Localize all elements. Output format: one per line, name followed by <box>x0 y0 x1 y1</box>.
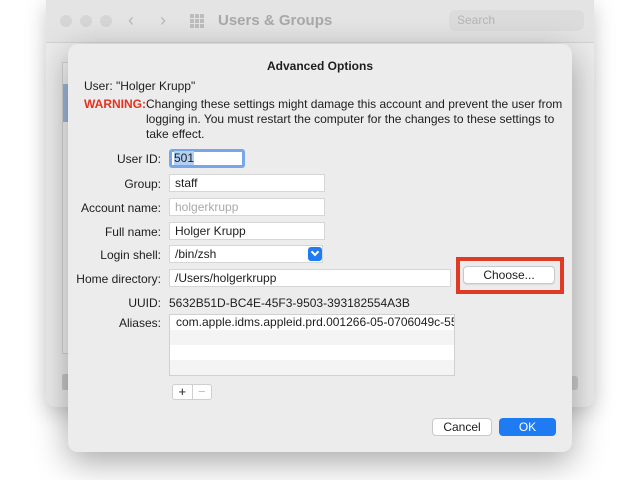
zoom-window-icon[interactable] <box>100 15 112 27</box>
remove-alias-button[interactable]: − <box>191 385 212 399</box>
alias-row-empty <box>170 345 454 360</box>
account-name-label: Account name: <box>80 201 161 215</box>
full-name-label: Full name: <box>104 225 161 239</box>
user-id-value: 501 <box>174 151 195 165</box>
home-directory-field[interactable]: /Users/holgerkrupp <box>169 269 451 287</box>
highlight-box <box>456 257 564 294</box>
background-toolbar: ‹ › Users & Groups Search <box>46 0 594 43</box>
alias-row[interactable]: com.apple.idms.appleid.prd.001266-05-070… <box>170 315 454 330</box>
chevron-down-icon[interactable] <box>308 247 322 261</box>
dialog-title: Advanced Options <box>266 59 373 73</box>
back-chevron-icon[interactable]: ‹ <box>128 10 134 31</box>
aliases-list[interactable]: com.apple.idms.appleid.prd.001266-05-070… <box>169 314 455 376</box>
minimize-window-icon[interactable] <box>80 15 92 27</box>
alias-row-empty <box>170 360 454 375</box>
search-placeholder: Search <box>457 13 496 27</box>
warning-label: WARNING: <box>84 97 146 111</box>
add-alias-button[interactable]: + <box>173 385 192 399</box>
warning-text: Changing these settings might damage thi… <box>146 97 563 141</box>
uuid-label: UUID: <box>128 296 161 310</box>
login-shell-label: Login shell: <box>100 248 161 262</box>
full-name-field[interactable]: Holger Krupp <box>169 222 325 240</box>
ok-button[interactable]: OK <box>499 418 556 436</box>
alias-row-empty <box>170 330 454 345</box>
add-remove-control: + − <box>172 384 212 400</box>
cancel-button[interactable]: Cancel <box>432 418 492 436</box>
group-field[interactable]: staff <box>169 174 325 192</box>
close-window-icon[interactable] <box>60 15 72 27</box>
forward-chevron-icon[interactable]: › <box>160 10 166 31</box>
grid-icon[interactable] <box>190 14 204 28</box>
login-shell-combobox[interactable]: /bin/zsh <box>169 245 323 263</box>
search-field[interactable]: Search <box>449 10 584 31</box>
aliases-label: Aliases: <box>118 316 161 330</box>
uuid-value: 5632B51D-BC4E-45F3-9503-393182554A3B <box>169 296 410 310</box>
user-id-field[interactable]: 501 <box>169 149 245 168</box>
advanced-options-dialog: Advanced Options User: "Holger Krupp" WA… <box>68 44 572 452</box>
group-label: Group: <box>124 177 161 191</box>
account-name-field[interactable]: holgerkrupp <box>169 198 325 216</box>
window-title: Users & Groups <box>218 12 333 29</box>
home-directory-label: Home directory: <box>76 272 161 286</box>
user-id-label: User ID: <box>116 152 161 166</box>
user-line: User: "Holger Krupp" <box>84 79 196 93</box>
